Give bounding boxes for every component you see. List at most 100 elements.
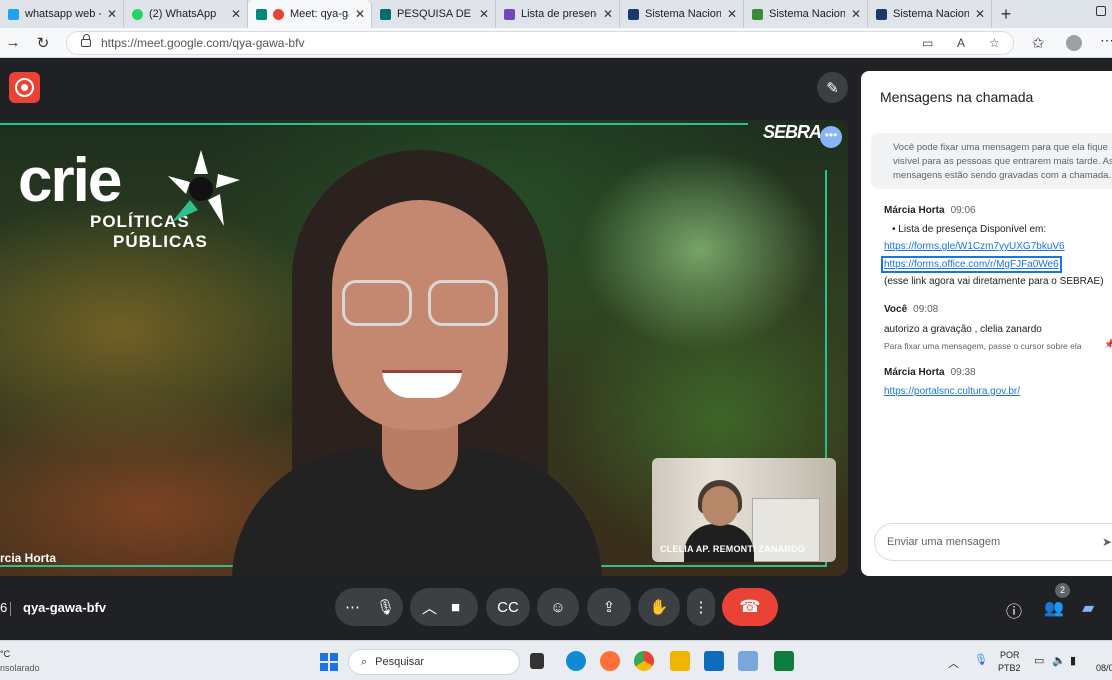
browser-tab[interactable]: whatsapp web - Pe ✕ <box>0 0 124 28</box>
chrome-icon[interactable] <box>634 651 654 671</box>
battery-icon[interactable]: ▮ <box>1070 654 1076 667</box>
self-video-tile[interactable]: CLELIA AP. REMONTI ZANARDO <box>652 458 836 562</box>
lock-icon <box>81 34 91 47</box>
firefox-icon[interactable] <box>600 651 620 671</box>
meet-window: ✎ crie POLÍTICAS PÚBLICAS SEBRA ••• rcia… <box>0 58 1112 640</box>
tab-title: Sistema Nacional d <box>645 8 721 20</box>
windows-start-icon[interactable] <box>320 653 338 671</box>
network-icon[interactable]: ▭ <box>1034 654 1044 667</box>
mic-tray-icon[interactable]: 🎙 <box>974 653 988 666</box>
chat-link[interactable]: https://forms.gle/W1Czm7yyUXG7bkuV6 <box>884 241 1065 252</box>
file-explorer-icon[interactable] <box>670 651 690 671</box>
menu-icon[interactable]: ⋯ <box>1100 32 1112 49</box>
browser-tab[interactable]: (2) WhatsApp ✕ <box>124 0 248 28</box>
tab-title: whatsapp web - Pe <box>25 8 101 20</box>
profile-avatar[interactable] <box>1066 35 1082 51</box>
chat-panel: Mensagens na chamada Você pode fixar uma… <box>861 71 1112 576</box>
language-code[interactable]: POR <box>1000 650 1020 660</box>
people-count-badge: 2 <box>1055 583 1070 598</box>
read-aloud-icon[interactable]: A <box>957 36 965 50</box>
forward-icon[interactable]: → <box>0 34 26 51</box>
message-time: 09:08 <box>913 304 939 315</box>
task-view-icon[interactable] <box>530 653 544 669</box>
browser-tab-active[interactable]: Meet: qya-gaw ✕ <box>248 0 372 28</box>
edge-icon[interactable] <box>566 651 586 671</box>
tab-title: Lista de presença <box>521 8 597 20</box>
close-tab-icon[interactable]: ✕ <box>727 7 737 21</box>
tile-face <box>702 486 738 526</box>
new-tab-button[interactable]: + <box>992 0 1020 28</box>
close-tab-icon[interactable]: ✕ <box>851 7 861 21</box>
tray-chevron-icon[interactable]: ︿ <box>948 655 959 671</box>
message-text: • Lista de presença Disponível em: <box>892 224 1047 235</box>
microphone-icon: 🎙 <box>376 599 396 616</box>
taskbar-search[interactable]: ⌕ Pesquisar <box>348 649 520 675</box>
raise-hand-button[interactable]: ✋ <box>638 588 680 626</box>
recording-dot-icon <box>273 8 284 20</box>
close-tab-icon[interactable]: ✕ <box>603 7 613 21</box>
browser-tab[interactable]: Sistema Nacional d ✕ <box>868 0 992 28</box>
tab-favicon-icon <box>876 8 887 20</box>
close-tab-icon[interactable]: ✕ <box>479 7 489 21</box>
taskbar: °C nsolarado ⌕ Pesquisar ︿ 🎙 POR PTB2 ▭ 🔈… <box>0 640 1112 680</box>
browser-tab-bar: whatsapp web - Pe ✕ (2) WhatsApp ✕ Meet: q… <box>0 0 1112 28</box>
tile-name-label: CLELIA AP. REMONTI ZANARDO <box>660 544 805 554</box>
browser-tab[interactable]: Sistema Nacional d ✕ <box>620 0 744 28</box>
recording-icon[interactable] <box>9 72 40 103</box>
tab-title: Meet: qya-gaw <box>290 8 349 20</box>
chat-icon[interactable]: ▰ <box>1082 598 1094 618</box>
favorites-icon[interactable]: ✩ <box>1025 34 1051 52</box>
url-field[interactable]: https://meet.google.com/qya-gawa-bfv ▭ A… <box>66 31 1014 55</box>
keyboard-layout: PTB2 <box>998 663 1021 673</box>
restore-window-icon[interactable] <box>1096 6 1106 16</box>
present-screen-button[interactable]: ⇪ <box>587 588 631 626</box>
address-bar-row: → ↻ https://meet.google.com/qya-gawa-bfv… <box>0 28 1112 58</box>
chat-link-highlighted[interactable]: https://forms.office.com/r/MgFJFa0We6 <box>881 256 1062 273</box>
more-options-icon[interactable]: ••• <box>820 126 842 148</box>
tab-favicon-icon <box>380 8 391 20</box>
message-author: Márcia Horta <box>884 205 945 216</box>
tab-favicon-icon <box>8 8 19 20</box>
chat-input[interactable]: Enviar uma mensagem <box>874 523 1112 561</box>
close-tab-icon[interactable]: ✕ <box>355 7 365 21</box>
more-options-button[interactable]: ⋮ <box>687 588 715 626</box>
chat-message: Márcia Horta 09:06 • Lista de presença Di… <box>881 205 1104 287</box>
chat-link[interactable]: https://portalsnc.cultura.gov.br/ <box>884 386 1020 397</box>
volume-icon[interactable]: 🔈 <box>1052 654 1066 667</box>
message-author: Você <box>884 304 908 315</box>
main-video: crie POLÍTICAS PÚBLICAS SEBRA ••• rcia H… <box>0 120 848 576</box>
browser-tab[interactable]: Sistema Nacional d ✕ <box>744 0 868 28</box>
camera-toggle-button[interactable]: ︿ ■ <box>410 588 478 626</box>
meeting-info-icon[interactable]: ⓘ <box>1006 598 1022 622</box>
send-icon[interactable]: ➤ <box>1102 535 1112 549</box>
camera-icon[interactable]: ▭ <box>922 36 933 50</box>
tab-title: Sistema Nacional d <box>769 8 845 20</box>
close-tab-icon[interactable]: ✕ <box>231 7 241 21</box>
close-tab-icon[interactable]: ✕ <box>107 7 117 21</box>
meeting-code: qya-gawa-bfv <box>23 600 107 615</box>
more-audio-options-button[interactable]: ⋯ 🎙 <box>335 588 403 626</box>
weather-temp[interactable]: °C <box>0 649 10 659</box>
tab-favicon-icon <box>628 8 639 20</box>
captions-button[interactable]: CC <box>486 588 530 626</box>
pin-icon[interactable]: 📌 <box>1104 339 1112 350</box>
favorite-star-icon[interactable]: ☆ <box>989 36 1000 50</box>
browser-tab[interactable]: PESQUISA DE SAT ✕ <box>372 0 496 28</box>
people-icon[interactable]: 👥 <box>1044 598 1064 618</box>
close-tab-icon[interactable]: ✕ <box>975 7 985 21</box>
app-icon[interactable] <box>738 651 758 671</box>
excel-icon[interactable] <box>774 651 794 671</box>
video-camera-icon: ■ <box>451 598 461 616</box>
date[interactable]: 08/0 <box>1096 663 1112 673</box>
browser-tab[interactable]: Lista de presença ✕ <box>496 0 620 28</box>
effects-wand-icon[interactable]: ✎ <box>817 72 848 103</box>
sebrae-logo: SEBRA <box>763 122 822 142</box>
reactions-button[interactable]: ☺ <box>537 588 579 626</box>
message-text: (esse link agora vai diretamente para o … <box>884 276 1104 287</box>
search-placeholder: Pesquisar <box>375 656 425 668</box>
tab-favicon-icon <box>504 8 515 20</box>
leave-call-button[interactable]: ☎ <box>722 588 778 626</box>
reload-icon[interactable]: ↻ <box>30 34 56 52</box>
chat-message: Márcia Horta 09:38 https://portalsnc.cult… <box>884 367 1020 397</box>
outlook-icon[interactable] <box>704 651 724 671</box>
